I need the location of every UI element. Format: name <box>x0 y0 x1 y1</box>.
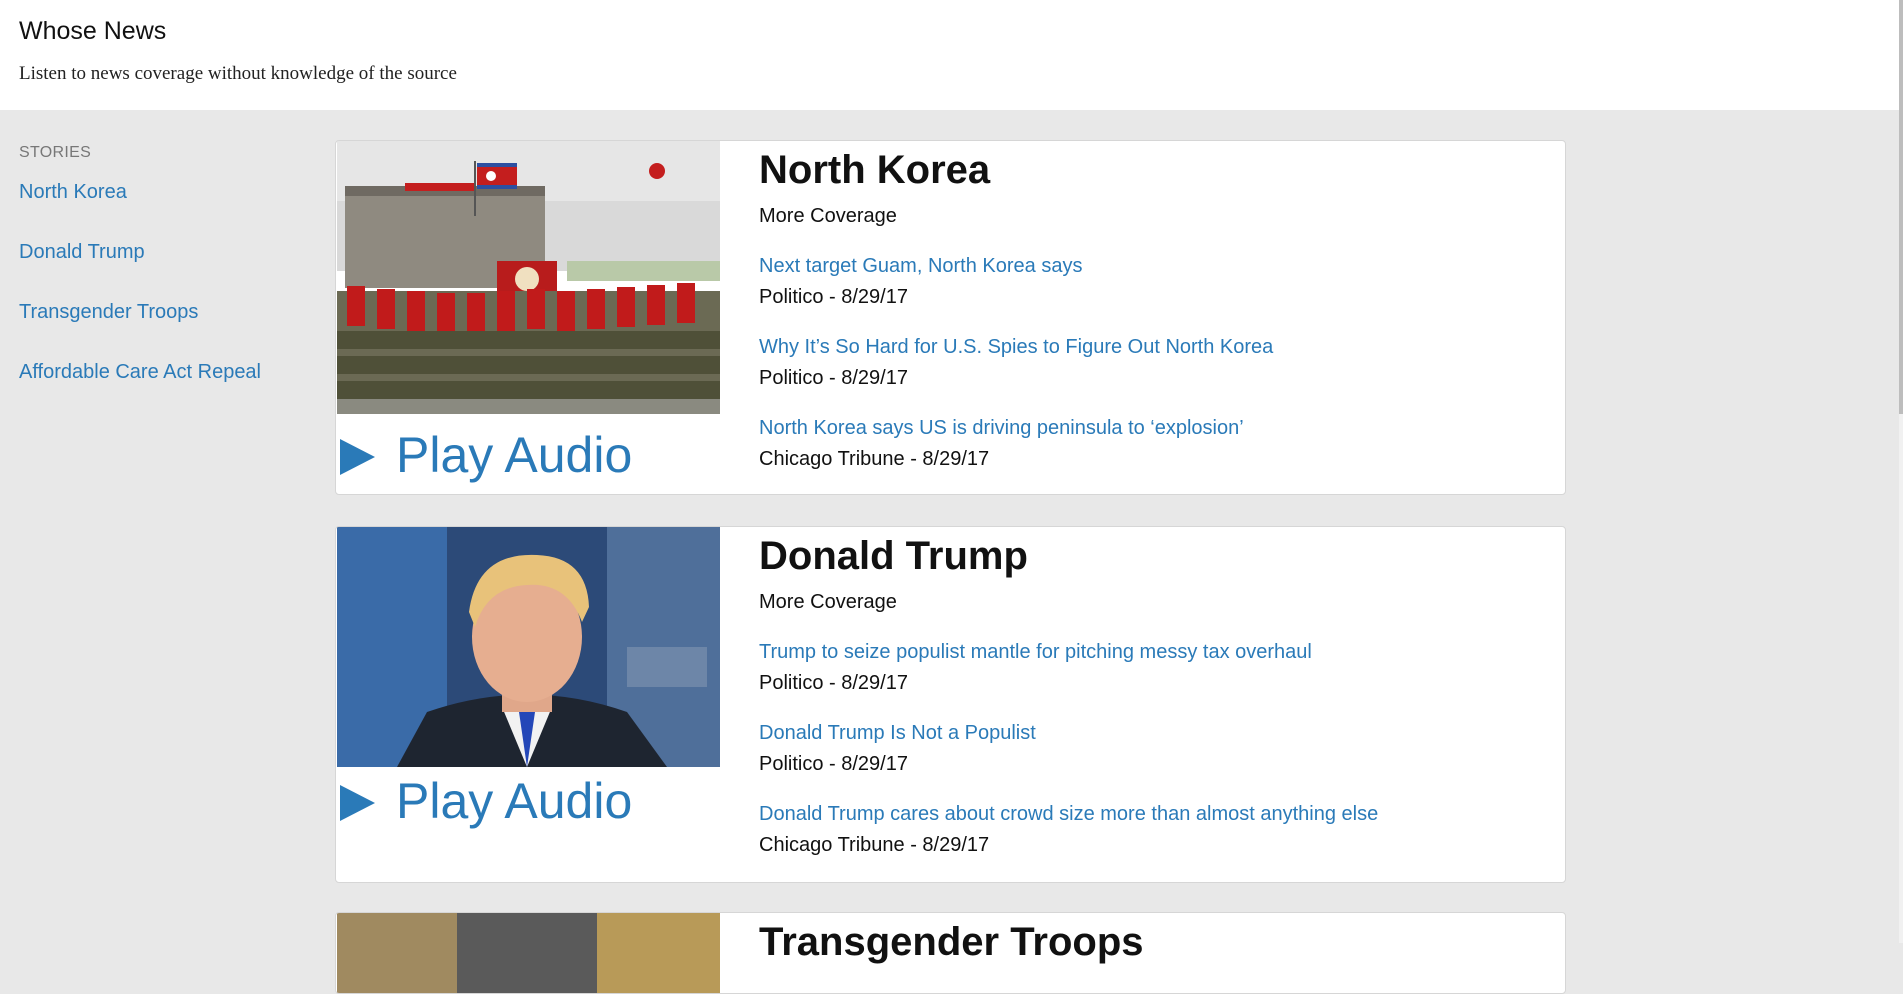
play-audio-label: Play Audio <box>396 427 633 483</box>
story-body: North Korea More Coverage Next target Gu… <box>759 147 1539 471</box>
scrollbar-thumb[interactable] <box>1899 0 1903 414</box>
sidebar-item-donald-trump[interactable]: Donald Trump <box>19 240 309 264</box>
story-body: Donald Trump More Coverage Trump to seiz… <box>759 533 1539 857</box>
play-audio-button[interactable]: Play Audio <box>340 427 632 483</box>
story-body: Transgender Troops <box>759 919 1539 965</box>
article-link[interactable]: Next target Guam, North Korea says <box>759 254 1539 278</box>
transgender-troops-photo <box>337 913 720 993</box>
article-link[interactable]: Donald Trump Is Not a Populist <box>759 721 1539 745</box>
article-source: Chicago Tribune - 8/29/17 <box>759 448 990 470</box>
article-item: Trump to seize populist mantle for pitch… <box>759 640 1539 695</box>
play-audio-button[interactable]: Play Audio <box>340 773 632 829</box>
stories-sidebar: STORIES North Korea Donald Trump Transge… <box>19 143 309 420</box>
play-icon <box>340 439 375 475</box>
article-item: Donald Trump cares about crowd size more… <box>759 802 1539 857</box>
story-title: North Korea <box>759 148 991 192</box>
more-coverage-heading: More Coverage <box>759 591 897 613</box>
sidebar-item-affordable-care-act-repeal[interactable]: Affordable Care Act Repeal <box>19 360 309 384</box>
article-link[interactable]: North Korea says US is driving peninsula… <box>759 416 1539 440</box>
story-title: Transgender Troops <box>759 920 1144 964</box>
play-audio-label: Play Audio <box>396 773 633 829</box>
article-source: Politico - 8/29/17 <box>759 367 908 389</box>
north-korea-parade-photo <box>337 141 720 414</box>
story-card-transgender-troops: Transgender Troops <box>335 912 1566 994</box>
sidebar-item-transgender-troops[interactable]: Transgender Troops <box>19 300 309 324</box>
story-card-donald-trump: Play Audio Donald Trump More Coverage Tr… <box>335 526 1566 883</box>
article-source: Politico - 8/29/17 <box>759 753 908 775</box>
article-source: Chicago Tribune - 8/29/17 <box>759 834 990 856</box>
donald-trump-photo <box>337 527 720 767</box>
sidebar-heading: STORIES <box>19 144 92 161</box>
site-tagline: Listen to news coverage without knowledg… <box>19 63 457 84</box>
article-source: Politico - 8/29/17 <box>759 286 908 308</box>
site-header: Whose News Listen to news coverage witho… <box>0 0 1899 110</box>
article-item: Donald Trump Is Not a Populist Politico … <box>759 721 1539 776</box>
article-link[interactable]: Trump to seize populist mantle for pitch… <box>759 640 1539 664</box>
article-item: Why It’s So Hard for U.S. Spies to Figur… <box>759 335 1539 390</box>
site-title: Whose News <box>19 17 167 45</box>
article-source: Politico - 8/29/17 <box>759 672 908 694</box>
story-title: Donald Trump <box>759 534 1028 578</box>
play-icon <box>340 785 375 821</box>
sidebar-item-north-korea[interactable]: North Korea <box>19 180 309 204</box>
scrollbar-track[interactable] <box>1899 0 1903 943</box>
article-item: Next target Guam, North Korea says Polit… <box>759 254 1539 309</box>
article-link[interactable]: Why It’s So Hard for U.S. Spies to Figur… <box>759 335 1539 359</box>
more-coverage-heading: More Coverage <box>759 205 897 227</box>
article-item: North Korea says US is driving peninsula… <box>759 416 1539 471</box>
story-card-north-korea: Play Audio North Korea More Coverage Nex… <box>335 140 1566 495</box>
article-link[interactable]: Donald Trump cares about crowd size more… <box>759 802 1539 826</box>
